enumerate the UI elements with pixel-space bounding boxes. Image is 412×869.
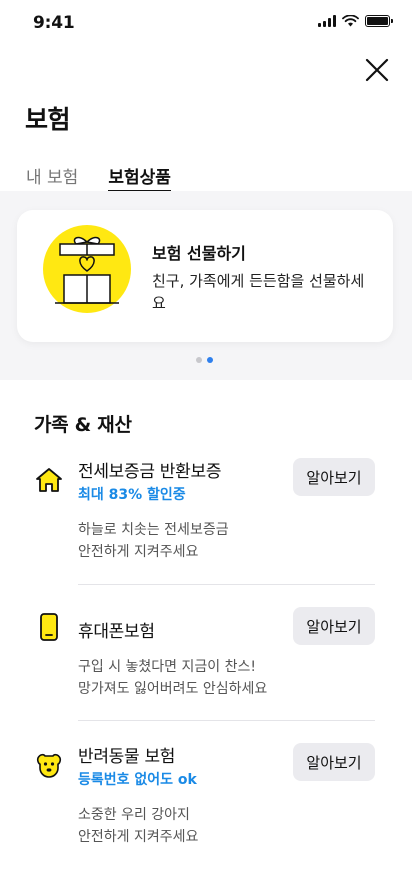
battery-icon (365, 15, 393, 27)
carousel-dot-active[interactable] (207, 357, 213, 363)
page-title: 보험 (25, 105, 71, 134)
tab-bar: 내 보험 보험상품 (26, 163, 171, 193)
item-name: 휴대폰보험 (78, 622, 155, 642)
item-name: 전세보증금 반환보증 (78, 462, 222, 482)
close-button[interactable] (364, 57, 390, 83)
carousel-dot[interactable] (196, 357, 202, 363)
status-bar: 9:41 (0, 0, 412, 44)
house-icon (36, 468, 62, 492)
divider (78, 584, 375, 585)
gift-icon (55, 236, 119, 304)
promo-description: 친구, 가족에게 든든함을 선물하세요 (152, 272, 365, 312)
promo-title: 보험 선물하기 (152, 244, 246, 263)
tab-insurance-products[interactable]: 보험상품 (108, 163, 171, 192)
learn-more-button[interactable]: 알아보기 (293, 458, 375, 496)
item-description-line: 구입 시 놓쳤다면 지금이 찬스! (78, 659, 256, 675)
item-badge[interactable]: 등록번호 없어도 ok (78, 769, 197, 789)
phone-icon (40, 613, 58, 641)
tab-my-insurance[interactable]: 내 보험 (26, 163, 78, 191)
item-description-line: 망가져도 잃어버려도 안심하세요 (78, 681, 268, 697)
learn-more-button[interactable]: 알아보기 (293, 607, 375, 645)
status-icons (318, 15, 393, 27)
item-name: 반려동물 보험 (78, 747, 176, 767)
close-icon (365, 58, 389, 82)
status-time: 9:41 (33, 13, 75, 33)
section-title: 가족 & 재산 (34, 414, 132, 436)
item-description-line: 안전하게 지켜주세요 (78, 544, 199, 560)
divider (78, 720, 375, 721)
carousel-indicator (196, 357, 213, 363)
item-badge[interactable]: 최대 83% 할인중 (78, 484, 186, 504)
dog-icon (36, 753, 62, 778)
promo-card-gift-insurance[interactable]: 보험 선물하기 친구, 가족에게 든든함을 선물하세요 (17, 210, 393, 342)
signal-icon (318, 15, 336, 27)
item-description-line: 소중한 우리 강아지 (78, 807, 190, 823)
item-description-line: 하늘로 치솟는 전세보증금 (78, 522, 229, 538)
wifi-icon (342, 15, 359, 27)
item-description-line: 안전하게 지켜주세요 (78, 829, 199, 845)
gift-illustration (43, 225, 131, 313)
promo-carousel: 보험 선물하기 친구, 가족에게 든든함을 선물하세요 (0, 191, 412, 380)
learn-more-button[interactable]: 알아보기 (293, 743, 375, 781)
